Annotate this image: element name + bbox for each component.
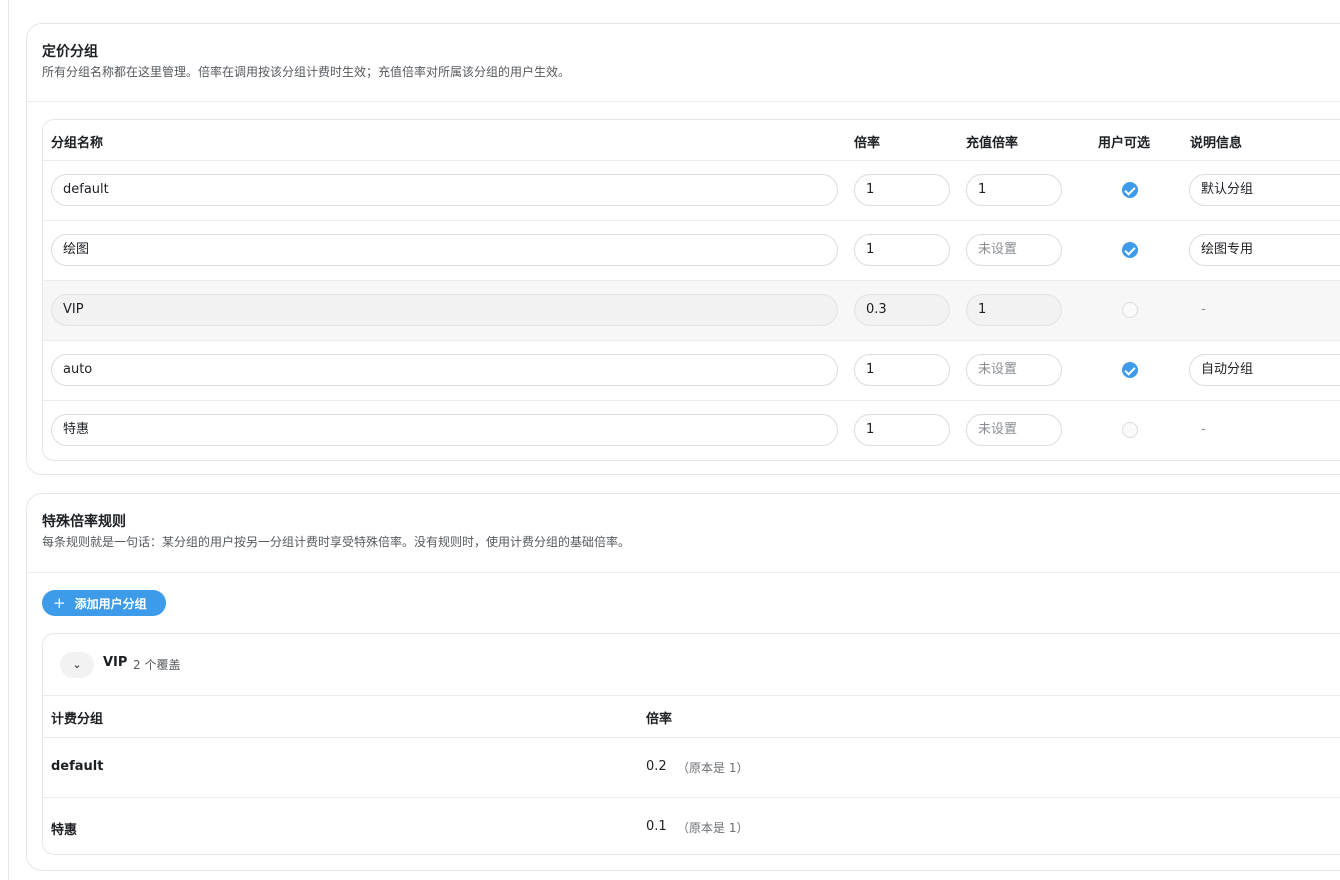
original-rate-note: （原本是 1） <box>677 761 749 775</box>
pricing-groups-card: 定价分组 所有分组名称都在这里管理。倍率在调用按该分组计费时生效；充值倍率对所属… <box>26 23 1340 475</box>
user-selectable-checkbox[interactable] <box>1122 302 1138 318</box>
col-description: 说明信息 <box>1190 136 1243 151</box>
group-name-input[interactable]: 绘图 <box>51 234 838 266</box>
charge-rate-input[interactable]: 未设置 <box>966 354 1062 386</box>
description-input[interactable]: 默认分组 <box>1189 174 1340 206</box>
sidebar-edge <box>8 0 9 880</box>
col-user-selectable: 用户可选 <box>1098 136 1151 151</box>
special-rules-card: 特殊倍率规则 每条规则就是一句话：某分组的用户按另一分组计费时享受特殊倍率。没有… <box>26 493 1340 871</box>
rate-input[interactable]: 0.3 <box>854 294 950 326</box>
charge-rate-input[interactable]: 1 <box>966 174 1062 206</box>
pricing-row: 绘图 1 未设置 绘图专用 <box>43 220 1340 280</box>
description-empty: - <box>1201 422 1206 437</box>
rule-rate-value[interactable]: 0.2 <box>646 759 667 774</box>
page: 定价分组 所有分组名称都在这里管理。倍率在调用按该分组计费时生效；充值倍率对所属… <box>0 0 1340 880</box>
rate-input[interactable]: 1 <box>854 174 950 206</box>
group-name-input[interactable]: 特惠 <box>51 414 838 446</box>
group-name-input[interactable]: auto <box>51 354 838 386</box>
pricing-table-header: 分组名称 倍率 充值倍率 用户可选 说明信息 <box>43 120 1340 160</box>
pricing-card-header: 定价分组 所有分组名称都在这里管理。倍率在调用按该分组计费时生效；充值倍率对所属… <box>27 24 1340 81</box>
charge-rate-input[interactable]: 未设置 <box>966 234 1062 266</box>
rule-row: default 0.2 （原本是 1） <box>43 737 1340 797</box>
collapse-toggle-button[interactable]: ⌄ <box>60 652 94 678</box>
rule-group-name: VIP <box>103 655 128 670</box>
charge-rate-input[interactable]: 1 <box>966 294 1062 326</box>
pricing-row: auto 1 未设置 自动分组 <box>43 340 1340 400</box>
user-selectable-checkbox[interactable] <box>1122 182 1138 198</box>
col-charge-rate: 充值倍率 <box>966 136 1019 151</box>
divider <box>27 572 1340 573</box>
special-card-header: 特殊倍率规则 每条规则就是一句话：某分组的用户按另一分组计费时享受特殊倍率。没有… <box>27 494 1340 551</box>
add-user-group-button[interactable]: + 添加用户分组 <box>42 590 166 616</box>
rate-input[interactable]: 1 <box>854 234 950 266</box>
chevron-down-icon: ⌄ <box>72 658 82 671</box>
description-input[interactable]: 绘图专用 <box>1189 234 1340 266</box>
group-name-input[interactable]: VIP <box>51 294 838 326</box>
pricing-row: VIP 0.3 1 - <box>43 280 1340 340</box>
add-user-group-label: 添加用户分组 <box>74 597 147 611</box>
pricing-row: default 1 1 默认分组 <box>43 160 1340 220</box>
rate-input[interactable]: 1 <box>854 354 950 386</box>
rule-group-count: 2 个覆盖 <box>133 658 181 672</box>
special-title: 特殊倍率规则 <box>42 514 126 530</box>
special-description: 每条规则就是一句话：某分组的用户按另一分组计费时享受特殊倍率。没有规则时，使用计… <box>42 535 631 549</box>
col-group-name: 分组名称 <box>51 136 104 151</box>
divider <box>27 101 1340 102</box>
plus-icon: + <box>53 594 66 612</box>
pricing-description: 所有分组名称都在这里管理。倍率在调用按该分组计费时生效；充值倍率对所属该分组的用… <box>42 65 571 79</box>
special-rules-table: ⌄ VIP 2 个覆盖 计费分组 倍率 default 0.2 （原本是 1） 特惠 0… <box>42 633 1340 855</box>
rate-input[interactable]: 1 <box>854 414 950 446</box>
user-selectable-checkbox[interactable] <box>1122 362 1138 378</box>
col-rate: 倍率 <box>854 136 881 151</box>
user-selectable-checkbox[interactable] <box>1122 422 1138 438</box>
charge-rate-input[interactable]: 未设置 <box>966 414 1062 446</box>
pricing-table: 分组名称 倍率 充值倍率 用户可选 说明信息 default 1 1 默认分组 绘图 1 未… <box>42 119 1340 461</box>
description-empty: - <box>1201 302 1206 317</box>
pricing-title: 定价分组 <box>42 44 98 60</box>
original-rate-note: （原本是 1） <box>677 821 749 835</box>
pricing-row: 特惠 1 未设置 - <box>43 400 1340 460</box>
billing-group-name: default <box>51 759 104 774</box>
billing-group-name: 特惠 <box>51 823 78 838</box>
group-name-input[interactable]: default <box>51 174 838 206</box>
user-selectable-checkbox[interactable] <box>1122 242 1138 258</box>
description-input[interactable]: 自动分组 <box>1189 354 1340 386</box>
rules-table-header: 计费分组 倍率 <box>43 695 1340 737</box>
rule-rate-value[interactable]: 0.1 <box>646 819 667 834</box>
col-billing-group: 计费分组 <box>51 712 104 727</box>
rule-row: 特惠 0.1 （原本是 1） <box>43 797 1340 854</box>
rule-group-header: ⌄ VIP 2 个覆盖 <box>43 634 1340 695</box>
col-rule-rate: 倍率 <box>646 712 673 727</box>
